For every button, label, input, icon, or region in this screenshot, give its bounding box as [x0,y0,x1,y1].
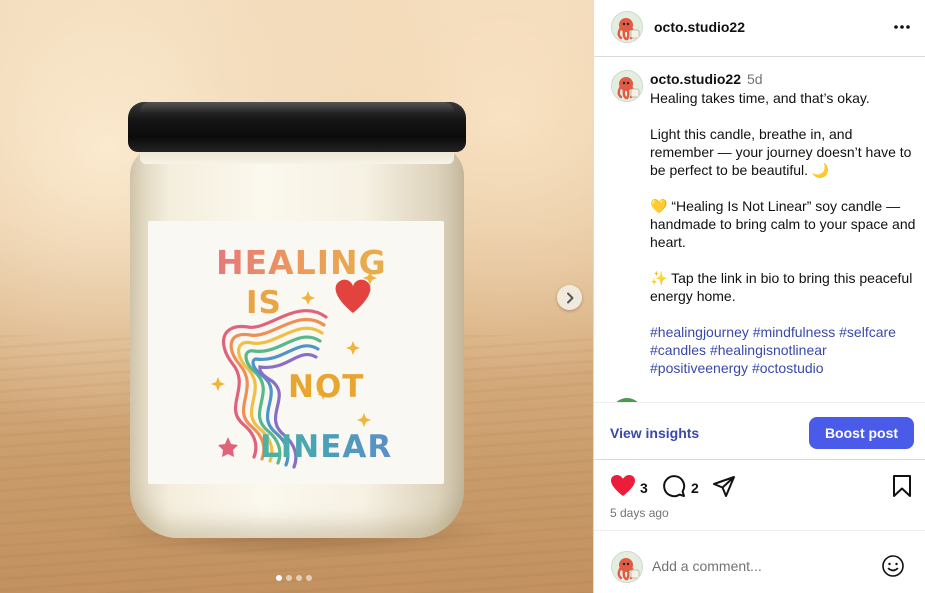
label-text-not: NOT [288,369,365,405]
octopus-avatar-icon [612,552,642,582]
caption-paragraph: ✨ Tap the link in bio to bring this peac… [650,270,913,304]
caption-paragraph: Healing takes time, and that’s okay. [650,90,870,106]
caption-text: Healing takes time, and that’s okay. Lig… [650,89,918,377]
chevron-right-icon [566,292,573,303]
insights-bar: View insights Boost post [594,402,925,460]
add-comment-bar [594,530,925,593]
post-details-panel: octo.studio22 octo.studio22 5d Healing ta… [593,0,925,593]
post-author-username[interactable]: octo.studio22 [654,19,745,35]
like-count[interactable]: 3 [640,480,648,496]
post-actions: 3 2 [594,470,925,504]
carousel-dot-2[interactable] [286,575,292,581]
heart-icon[interactable] [610,474,636,498]
caption-header: octo.studio22 5d [650,71,763,87]
hashtag-link[interactable]: #positiveenergy [650,360,748,376]
carousel-dot-3[interactable] [296,575,302,581]
candle-label: HEALING IS NOT LINEAR [148,221,444,484]
comment-count[interactable]: 2 [691,480,699,496]
current-user-avatar [611,551,643,583]
boost-post-button[interactable]: Boost post [809,417,914,449]
octopus-avatar-icon [612,71,642,101]
view-insights-link[interactable]: View insights [610,425,699,441]
label-text-linear: LINEAR [260,429,393,465]
hashtag-list: #healingjourney #mindfulness #selfcare #… [650,323,918,377]
more-icon[interactable] [892,17,912,37]
post-age: 5d [747,71,763,87]
comment-input[interactable] [652,555,862,577]
label-text-is: IS [246,285,282,321]
hashtag-link[interactable]: #healingisnotlinear [710,342,827,358]
hashtag-link[interactable]: #mindfulness [753,324,836,340]
post-photo: HEALING IS NOT LINEAR [0,0,593,593]
hashtag-link[interactable]: #selfcare [839,324,896,340]
octopus-avatar-icon [612,12,642,42]
bookmark-icon[interactable] [892,474,912,498]
carousel-next-button[interactable] [557,285,582,310]
post-header: octo.studio22 [594,0,925,57]
share-icon[interactable] [712,474,736,498]
caption-username[interactable]: octo.studio22 [650,71,741,87]
carousel-dot-1[interactable] [276,575,282,581]
label-text-healing: HEALING [216,243,387,282]
caption-avatar[interactable] [611,70,643,102]
jar-lid-highlight [140,102,454,112]
caption-paragraph: Light this candle, breathe in, and remem… [650,126,912,178]
comment-icon[interactable] [662,474,686,498]
hashtag-link[interactable]: #healingjourney [650,324,749,340]
hashtag-link[interactable]: #candles [650,342,706,358]
post-caption: octo.studio22 5d Healing takes time, and … [594,58,925,402]
carousel-dots [276,575,312,581]
post-timestamp: 5 days ago [610,506,669,520]
carousel-dot-4[interactable] [306,575,312,581]
hashtag-link[interactable]: #octostudio [752,360,824,376]
avatar[interactable] [611,11,643,43]
caption-paragraph: 💛 “Healing Is Not Linear” soy candle — h… [650,198,916,250]
emoji-icon[interactable] [881,554,905,578]
heart-illustration [335,279,371,313]
